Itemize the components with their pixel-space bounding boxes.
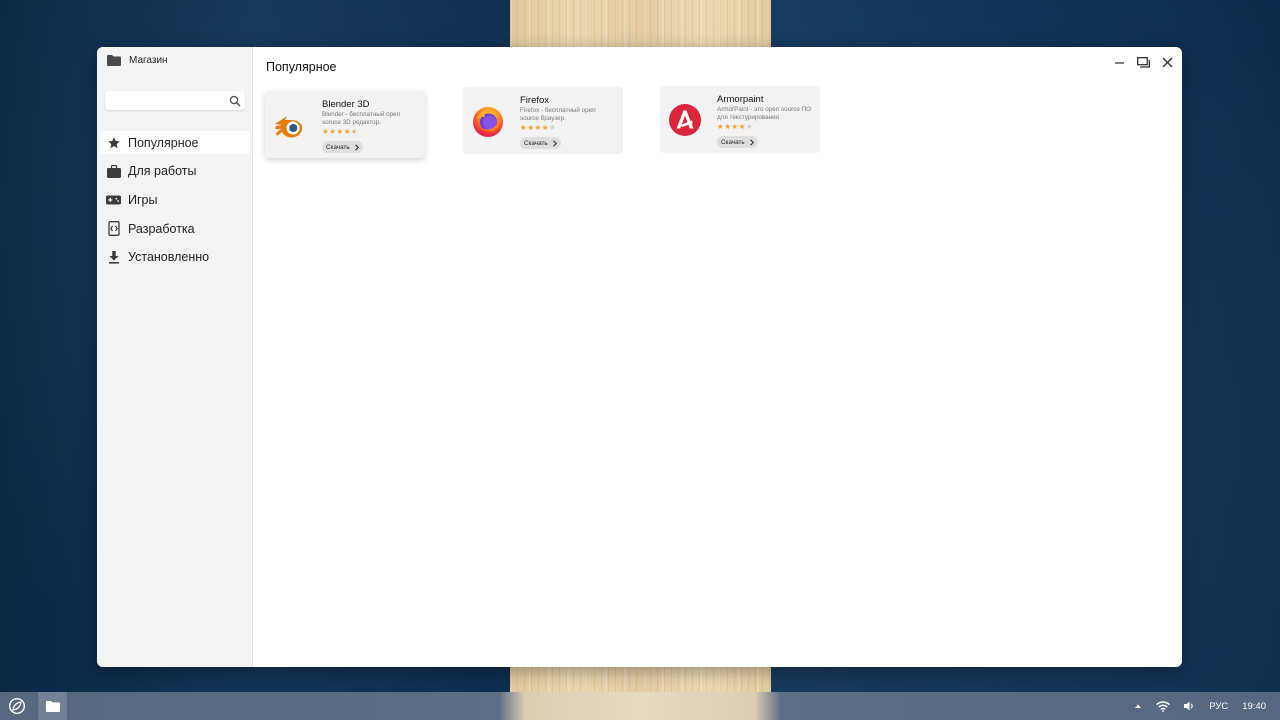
download-button[interactable]: Скачать [717, 136, 758, 148]
restore-icon[interactable] [1136, 55, 1150, 69]
download-button-label: Скачать [326, 143, 350, 151]
sidebar-item-installed[interactable]: Установленно [100, 246, 250, 269]
star-icon: ★ [724, 122, 731, 131]
star-icon: ★ [731, 122, 739, 131]
app-title: Магазин [107, 55, 168, 66]
search-box[interactable] [105, 91, 245, 110]
taskbar: РУС 19:40 [0, 692, 1280, 720]
armorpaint-icon [668, 103, 702, 137]
star-icon [106, 135, 121, 150]
store-window: Магазин Популярное Для работы Игры Разра… [97, 47, 1182, 667]
app-card-firefox[interactable]: Firefox Firefox - бесплатный open source… [463, 87, 623, 154]
chevron-right-icon [749, 138, 754, 146]
star-icon: ★ [541, 123, 549, 132]
search-input[interactable] [105, 91, 223, 110]
wifi-icon[interactable] [1156, 700, 1171, 712]
sidebar-item-games[interactable]: Игры [100, 188, 250, 211]
sidebar-item-label: Популярное [128, 135, 199, 150]
empty-star-icon: ★ [745, 122, 753, 131]
download-button-label: Скачать [524, 139, 548, 147]
chevron-right-icon [354, 143, 359, 151]
star-icon: ★ [322, 127, 329, 136]
star-icon: ★ [738, 122, 746, 131]
blender-icon [273, 108, 307, 142]
briefcase-icon [106, 164, 121, 179]
sidebar-item-label: Разработка [128, 221, 195, 236]
empty-star-icon: ★ [548, 123, 556, 132]
firefox-icon [471, 104, 505, 138]
sidebar: Магазин Популярное Для работы Игры Разра… [97, 47, 253, 667]
keyboard-layout-indicator[interactable]: РУС [1209, 701, 1228, 712]
app-name: Firefox [520, 95, 550, 106]
sidebar-item-label: Игры [128, 192, 158, 207]
close-icon[interactable] [1160, 55, 1174, 69]
star-icon: ★ [329, 127, 336, 136]
app-description: ArmorPaint - это open source ПО для текс… [717, 106, 812, 121]
sidebar-item-label: Установленно [128, 250, 210, 265]
sidebar-item-development[interactable]: Разработка [100, 217, 250, 240]
window-controls [1112, 55, 1174, 69]
star-icon: ★ [343, 127, 351, 136]
folder-icon [107, 55, 121, 66]
sidebar-item-label: Для работы [128, 164, 197, 179]
clock[interactable]: 19:40 [1242, 701, 1266, 712]
volume-icon[interactable] [1184, 701, 1195, 711]
rating-stars: ★ ★ ★ ★ ★ [322, 128, 358, 136]
folder-icon [45, 700, 60, 712]
sidebar-item-popular[interactable]: Популярное [100, 131, 250, 154]
system-tray: РУС 19:40 [1134, 692, 1266, 720]
download-icon [106, 250, 121, 265]
app-name: Armorpaint [717, 94, 764, 105]
sidebar-nav: Популярное Для работы Игры Разработка Ус… [100, 131, 250, 274]
gamepad-icon [106, 192, 121, 207]
main-content: Популярное Blender 3D Blender - бесплатн… [254, 47, 1182, 667]
chevron-up-icon[interactable] [1134, 703, 1142, 709]
sidebar-item-work[interactable]: Для работы [100, 160, 250, 183]
search-icon[interactable] [229, 94, 241, 112]
app-card-armorpaint[interactable]: Armorpaint ArmorPaint - это open source … [660, 86, 820, 153]
minimize-icon[interactable] [1112, 55, 1126, 69]
page-title: Популярное [266, 60, 337, 74]
app-card-blender[interactable]: Blender 3D Blender - бесплатный open sor… [265, 91, 425, 158]
half-star-icon: ★ [350, 127, 358, 136]
app-title-label: Магазин [129, 55, 168, 66]
download-button[interactable]: Скачать [520, 137, 561, 149]
rating-stars: ★ ★ ★ ★ ★ [717, 123, 753, 131]
star-icon: ★ [717, 122, 724, 131]
star-icon: ★ [534, 123, 542, 132]
download-button-label: Скачать [721, 138, 745, 146]
rating-stars: ★ ★ ★ ★ ★ [520, 124, 556, 132]
app-description: Firefox - бесплатный open source браузер… [520, 107, 596, 122]
developer-icon [106, 221, 121, 237]
app-description: Blender - бесплатный open soruce 3D реда… [322, 111, 401, 126]
star-icon: ★ [520, 123, 527, 132]
star-icon: ★ [527, 123, 534, 132]
app-name: Blender 3D [322, 99, 370, 110]
download-button[interactable]: Скачать [322, 141, 363, 153]
chevron-right-icon [552, 139, 557, 147]
start-menu-icon[interactable] [8, 697, 26, 715]
star-icon: ★ [336, 127, 344, 136]
taskbar-files-button[interactable] [38, 692, 67, 720]
